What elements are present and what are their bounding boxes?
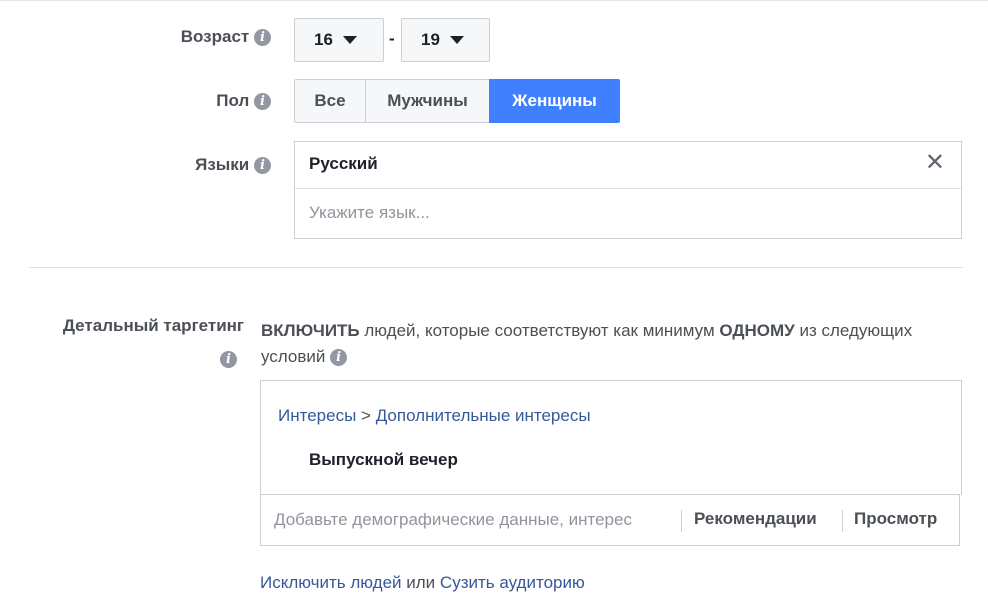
recommendations-button[interactable]: Рекомендации — [694, 509, 817, 529]
detailed-targeting-label: Детальный таргетинг — [62, 316, 244, 335]
interest-item[interactable]: Выпускной вечер — [309, 450, 458, 470]
footer-actions: Исключить людей или Сузить аудиторию — [260, 573, 585, 592]
info-icon[interactable]: i — [254, 29, 271, 47]
age-min-select[interactable]: 16 — [294, 18, 384, 62]
age-label: Возраст i — [181, 27, 271, 47]
age-separator: - — [389, 29, 395, 48]
gender-women-button[interactable]: Женщины — [489, 79, 620, 123]
language-input[interactable]: Укажите язык... — [309, 203, 430, 223]
separator — [681, 510, 682, 532]
info-icon[interactable]: i — [330, 349, 348, 367]
separator — [842, 510, 843, 532]
exclude-people-link[interactable]: Исключить людей — [260, 573, 402, 592]
browse-button[interactable]: Просмотр — [854, 509, 937, 529]
section-divider — [29, 267, 963, 268]
info-icon[interactable]: i — [254, 157, 271, 175]
gender-men-button[interactable]: Мужчины — [365, 79, 490, 123]
languages-label: Языки i — [195, 155, 271, 175]
targeting-search-field: Добавьте демографические данные, интерес… — [260, 494, 960, 546]
targeting-search-input[interactable]: Добавьте демографические данные, интерес — [274, 510, 632, 530]
age-max-select[interactable]: 19 — [401, 18, 490, 62]
languages-field: Русский ✕ Укажите язык... — [294, 141, 962, 239]
selected-language-row: Русский ✕ — [295, 142, 961, 189]
caret-down-icon — [449, 36, 464, 44]
breadcrumb-interests-link[interactable]: Интересы — [278, 406, 356, 425]
caret-down-icon — [342, 36, 357, 44]
gender-all-button[interactable]: Все — [294, 79, 366, 123]
breadcrumb-additional-interests-link[interactable]: Дополнительные интересы — [376, 406, 591, 425]
gender-label: Пол i — [216, 91, 271, 111]
include-description: ВКЛЮЧИТЬ людей, которые соответствуют ка… — [261, 321, 913, 367]
selected-language: Русский — [309, 154, 378, 173]
top-divider — [0, 0, 988, 1]
info-icon[interactable]: i — [254, 93, 271, 111]
narrow-audience-link[interactable]: Сузить аудиторию — [440, 573, 585, 592]
targeting-selections-box: Интересы > Дополнительные интересы Выпус… — [260, 380, 962, 495]
close-icon[interactable]: ✕ — [925, 151, 945, 175]
info-icon[interactable]: i — [220, 351, 237, 368]
breadcrumb: Интересы > Дополнительные интересы — [278, 406, 591, 425]
